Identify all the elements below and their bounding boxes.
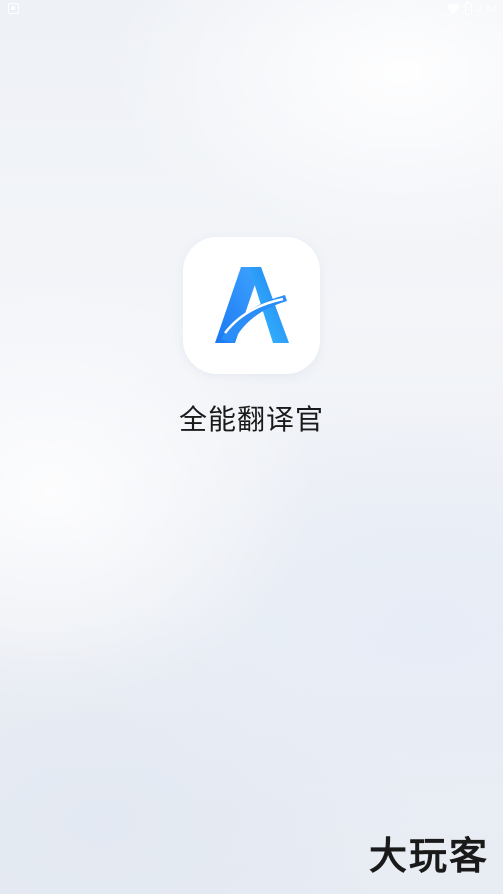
status-time: 2:04 xyxy=(476,3,497,15)
watermark-logo: 大玩客 xyxy=(368,834,489,878)
app-name: 全能翻译官 xyxy=(178,403,324,436)
status-right-group: 2:04 xyxy=(446,1,497,16)
wifi-icon xyxy=(446,3,460,15)
status-bar: 2:04 xyxy=(0,0,503,18)
notification-icon xyxy=(8,3,19,14)
battery-icon xyxy=(464,1,472,15)
letter-a-logo-icon xyxy=(215,267,289,343)
app-icon xyxy=(183,237,320,374)
